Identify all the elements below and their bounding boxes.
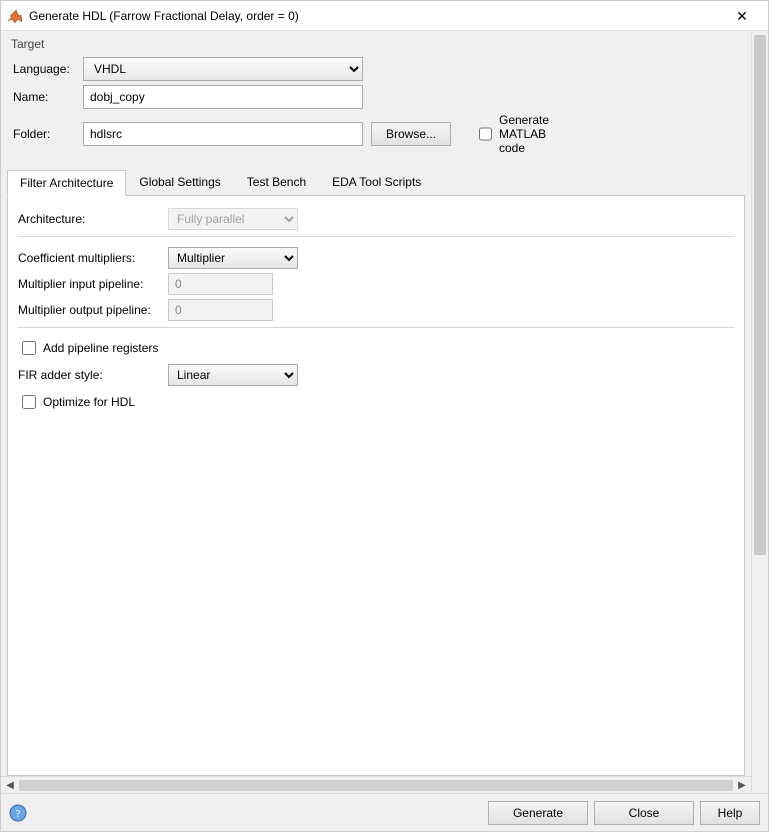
separator	[18, 327, 734, 328]
horizontal-scrollbar[interactable]: ◀ ▶	[1, 776, 751, 793]
language-select[interactable]: VHDL	[83, 57, 363, 81]
matlab-icon	[7, 8, 23, 24]
architecture-select: Fully parallel	[168, 208, 298, 230]
tab-test-bench[interactable]: Test Bench	[234, 169, 319, 195]
optimize-label: Optimize for HDL	[43, 395, 135, 409]
generate-matlab-checkbox[interactable]: Generate MATLAB code	[475, 113, 545, 155]
tab-filter-architecture[interactable]: Filter Architecture	[7, 170, 126, 196]
tab-content-filter-architecture: Architecture: Fully parallel Coefficient…	[7, 195, 745, 776]
optimize-checkbox[interactable]	[22, 395, 36, 409]
content-column: Target Language: VHDL Name: Folder: Brow…	[1, 31, 751, 793]
coeff-mult-row: Coefficient multipliers: Multiplier	[18, 247, 734, 269]
separator	[18, 236, 734, 237]
close-icon[interactable]: ✕	[722, 1, 762, 31]
vertical-scrollbar[interactable]	[751, 31, 768, 793]
svg-text:?: ?	[16, 808, 21, 820]
fir-adder-label: FIR adder style:	[18, 368, 168, 382]
main-area: Target Language: VHDL Name: Folder: Brow…	[1, 31, 768, 793]
fir-adder-select[interactable]: Linear	[168, 364, 298, 386]
scroll-right-arrow-icon[interactable]: ▶	[735, 780, 749, 791]
tabbar: Filter Architecture Global Settings Test…	[7, 169, 745, 195]
folder-row: Folder: Browse... Generate MATLAB code	[13, 113, 739, 155]
mult-output-row: Multiplier output pipeline:	[18, 299, 734, 321]
name-input[interactable]	[83, 85, 363, 109]
mult-output-label: Multiplier output pipeline:	[18, 303, 168, 317]
target-group: Target Language: VHDL Name: Folder: Brow…	[7, 35, 745, 159]
folder-input[interactable]	[83, 122, 363, 146]
name-label: Name:	[13, 90, 83, 104]
add-pipeline-checkbox[interactable]	[22, 341, 36, 355]
generate-button[interactable]: Generate	[488, 801, 588, 825]
generate-matlab-label: Generate MATLAB code	[499, 113, 549, 155]
mult-input-row: Multiplier input pipeline:	[18, 273, 734, 295]
coeff-mult-select[interactable]: Multiplier	[168, 247, 298, 269]
mult-input-field	[168, 273, 273, 295]
tabs: Filter Architecture Global Settings Test…	[7, 169, 745, 776]
browse-button[interactable]: Browse...	[371, 122, 451, 146]
fir-adder-row: FIR adder style: Linear	[18, 364, 734, 386]
vscroll-thumb[interactable]	[754, 35, 766, 555]
add-pipeline-label: Add pipeline registers	[43, 341, 158, 355]
hscroll-thumb[interactable]	[19, 780, 733, 791]
hscroll-track[interactable]	[19, 780, 733, 791]
generate-matlab-check-input[interactable]	[479, 127, 492, 141]
architecture-row: Architecture: Fully parallel	[18, 208, 734, 230]
language-row: Language: VHDL	[13, 57, 739, 81]
close-button[interactable]: Close	[594, 801, 694, 825]
scroll-left-arrow-icon[interactable]: ◀	[3, 780, 17, 791]
titlebar: Generate HDL (Farrow Fractional Delay, o…	[1, 1, 768, 31]
architecture-label: Architecture:	[18, 212, 168, 226]
add-pipeline-row: Add pipeline registers	[18, 338, 734, 358]
window: Generate HDL (Farrow Fractional Delay, o…	[0, 0, 769, 832]
window-title: Generate HDL (Farrow Fractional Delay, o…	[29, 9, 722, 23]
tab-global-settings[interactable]: Global Settings	[126, 169, 233, 195]
optimize-row: Optimize for HDL	[18, 392, 734, 412]
help-button[interactable]: Help	[700, 801, 760, 825]
folder-label: Folder:	[13, 127, 83, 141]
footer: ? Generate Close Help	[1, 793, 768, 831]
tab-eda-tool-scripts[interactable]: EDA Tool Scripts	[319, 169, 434, 195]
target-legend: Target	[7, 35, 745, 53]
mult-input-label: Multiplier input pipeline:	[18, 277, 168, 291]
language-label: Language:	[13, 62, 83, 76]
name-row: Name:	[13, 85, 739, 109]
mult-output-field	[168, 299, 273, 321]
coeff-mult-label: Coefficient multipliers:	[18, 251, 168, 265]
help-bubble-icon[interactable]: ?	[9, 804, 27, 822]
